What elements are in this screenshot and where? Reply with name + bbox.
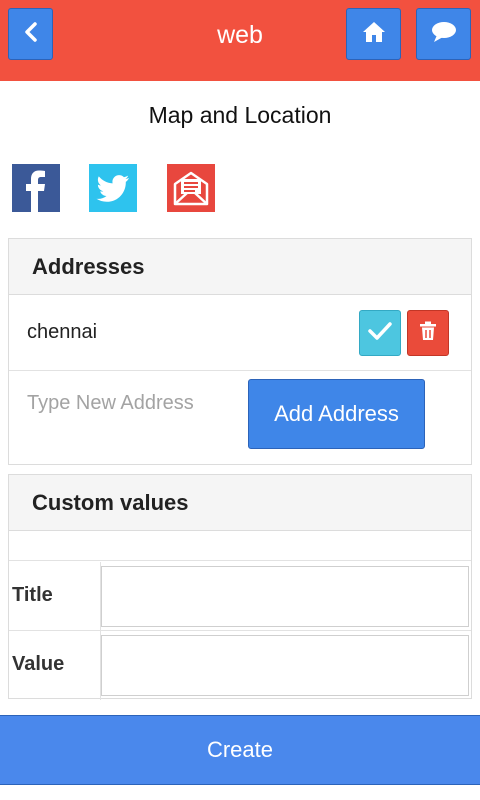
facebook-icon[interactable] [12, 164, 60, 212]
title-row: Title [9, 562, 471, 631]
add-address-button[interactable]: Add Address [248, 379, 425, 449]
twitter-icon[interactable] [89, 164, 137, 212]
home-button[interactable] [346, 8, 401, 60]
new-address-input[interactable] [27, 392, 237, 415]
custom-values-panel: Custom values Title Value [8, 474, 472, 700]
chat-bubble-icon [431, 21, 457, 48]
confirm-address-button[interactable] [359, 310, 401, 356]
addresses-panel: Addresses chennai Add Address [8, 238, 472, 465]
value-row: Value [9, 631, 471, 700]
custom-values-heading: Custom values [9, 475, 471, 531]
custom-values-spacer [9, 531, 471, 561]
chat-button[interactable] [416, 8, 471, 60]
title-input[interactable] [101, 566, 469, 627]
email-icon[interactable] [167, 164, 215, 212]
header-title: web [217, 21, 263, 49]
address-label: chennai [27, 321, 98, 343]
address-list-item: chennai [9, 295, 471, 371]
title-label: Title [12, 584, 53, 606]
delete-address-button[interactable] [407, 310, 449, 356]
value-input[interactable] [101, 635, 469, 696]
create-button[interactable]: Create [0, 715, 480, 785]
value-label: Value [12, 653, 65, 675]
chevron-left-icon [24, 21, 38, 48]
trash-icon [419, 321, 437, 346]
addresses-heading: Addresses [9, 239, 471, 295]
checkmark-icon [368, 321, 392, 346]
back-button[interactable] [8, 8, 53, 60]
page-title: Map and Location [148, 102, 332, 128]
top-bar: web [0, 0, 480, 81]
home-icon [362, 21, 386, 48]
